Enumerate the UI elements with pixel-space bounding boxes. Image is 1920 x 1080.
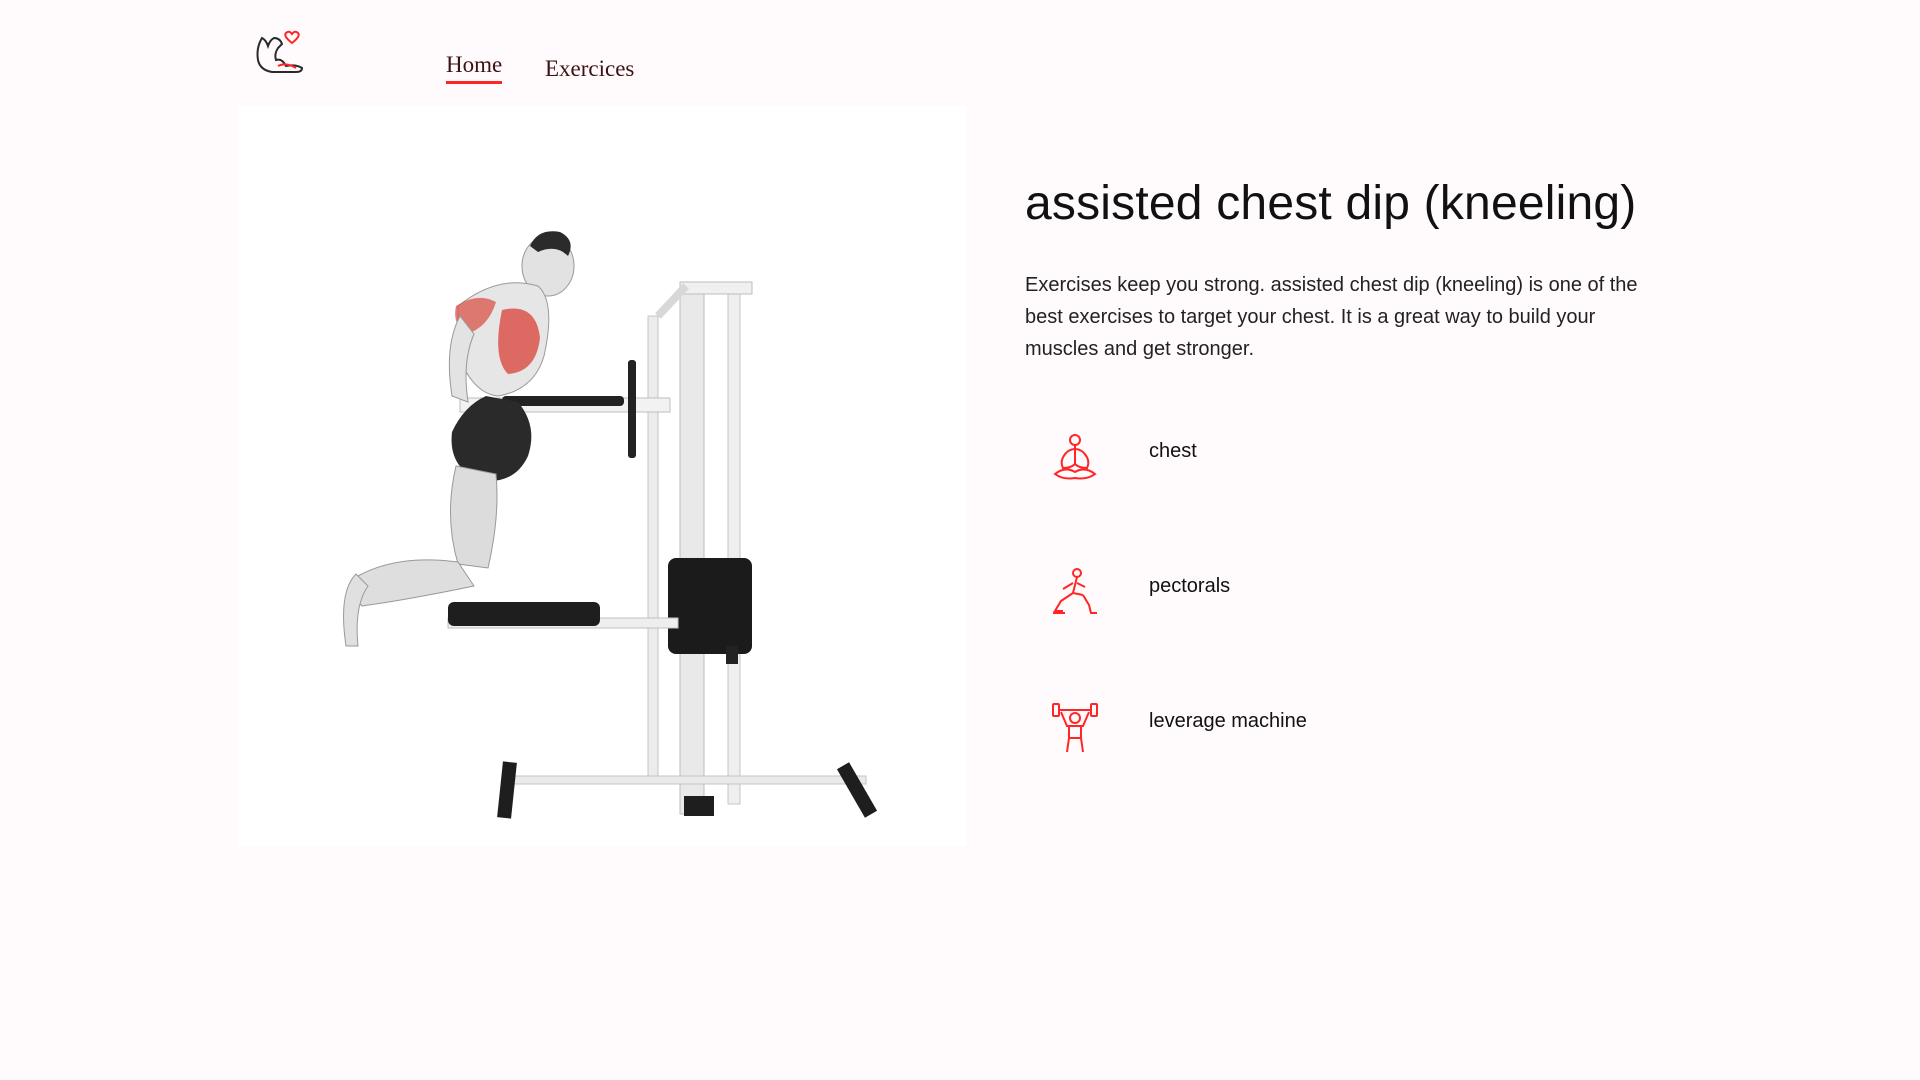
- extra-label-body-part: chest: [1149, 440, 1197, 462]
- extra-label-equipment: leverage machine: [1149, 710, 1307, 732]
- extra-item-target: pectorals: [1025, 543, 1625, 678]
- extra-item-equipment: leverage machine: [1025, 678, 1625, 813]
- exercise-extra-list: chest pectorals leverage machine: [1025, 408, 1625, 813]
- exercise-title: assisted chest dip (kneeling): [1025, 177, 1637, 230]
- nav-home-link[interactable]: Home: [446, 52, 503, 84]
- exercise-illustration: [343, 231, 878, 819]
- meditation-body-icon: [1025, 408, 1125, 508]
- exercise-gif: [238, 106, 966, 846]
- extra-item-body-part: chest: [1025, 408, 1625, 543]
- navbar: Home Exercices: [0, 0, 1920, 100]
- lunge-target-icon: [1025, 543, 1125, 643]
- exercise-detail: assisted chest dip (kneeling) Exercises …: [1025, 176, 1685, 365]
- weightlifter-equipment-icon: [1025, 678, 1125, 778]
- exercise-description: Exercises keep you strong. assisted ches…: [1025, 274, 1638, 360]
- flexed-arm-heart-icon[interactable]: [252, 26, 308, 86]
- extra-label-target: pectorals: [1149, 575, 1231, 597]
- nav-exercices-link[interactable]: Exercices: [545, 56, 634, 82]
